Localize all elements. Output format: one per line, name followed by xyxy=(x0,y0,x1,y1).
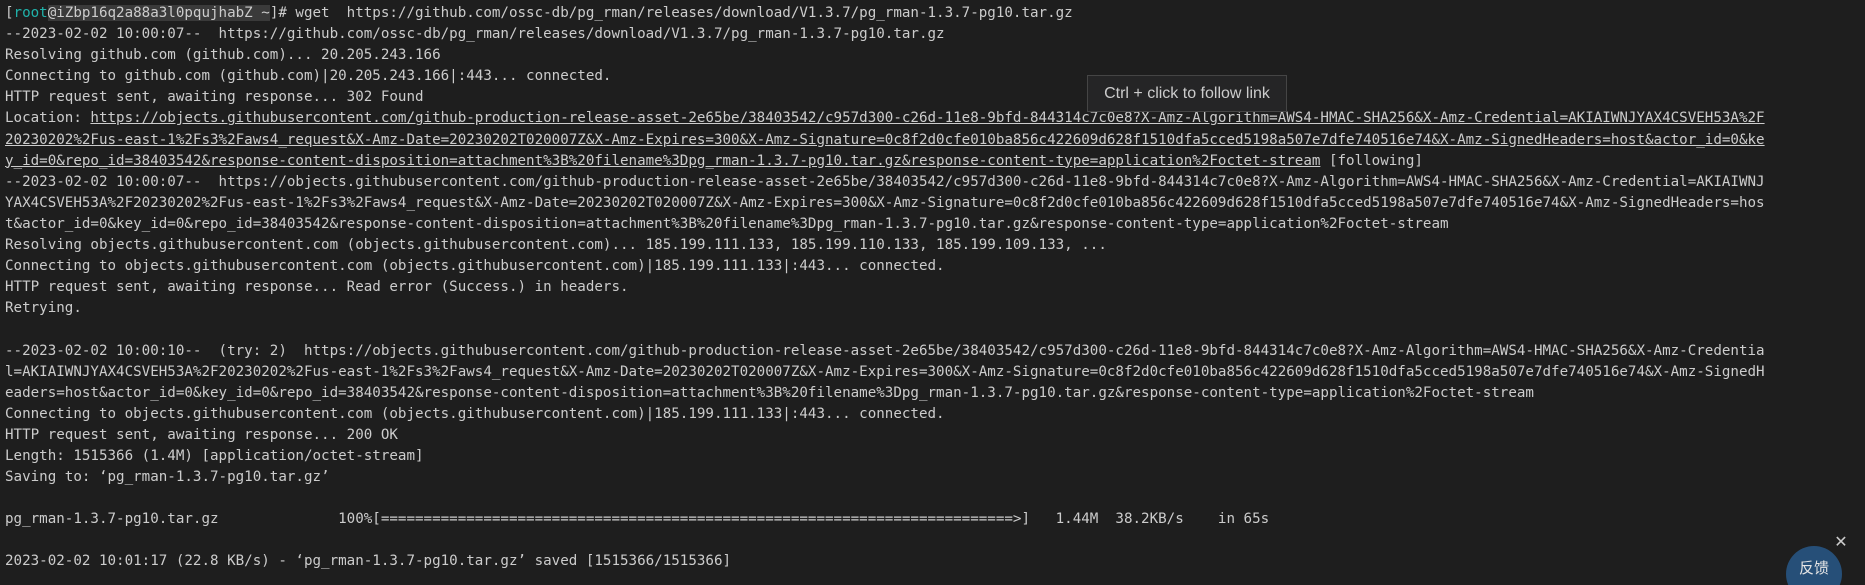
location-line: Location: https://objects.githubusercont… xyxy=(5,108,1865,129)
progress-line: pg_rman-1.3.7-pg10.tar.gz 100%[=========… xyxy=(5,511,1270,528)
output-line: Connecting to objects.githubusercontent.… xyxy=(5,258,945,275)
output-line: Connecting to objects.githubusercontent.… xyxy=(5,405,945,422)
output-line: HTTP request sent, awaiting response... … xyxy=(5,89,424,106)
output-line: Connecting to github.com (github.com)|20… xyxy=(5,68,612,85)
output-line: Resolving objects.githubusercontent.com … xyxy=(5,237,1107,254)
output-line: Length: 1515366 (1.4M) [application/octe… xyxy=(5,447,424,464)
location-label: Location: xyxy=(5,110,91,127)
prompt-open-bracket: [ xyxy=(5,5,14,21)
output-line: YAX4CSVEH53A%2F20230202%2Fus-east-1%2Fs3… xyxy=(5,194,1765,211)
output-line: --2023-02-02 10:00:07-- https://github.c… xyxy=(5,26,945,43)
output-line: Saving to: ‘pg_rman-1.3.7-pg10.tar.gz’ xyxy=(5,469,330,486)
redirect-link-cont[interactable]: y_id=0&repo_id=38403542&response-content… xyxy=(5,153,1320,169)
output-line: --2023-02-02 10:00:07-- https://objects.… xyxy=(5,173,1765,190)
prompt-user: root xyxy=(13,5,48,21)
redirect-link[interactable]: https://objects.githubusercontent.com/gi… xyxy=(90,110,1764,126)
prompt-host: @iZbp16q2a88a3l0pqujhabZ ~ xyxy=(47,5,270,21)
following-label: [following] xyxy=(1320,152,1423,169)
command-text: ]# wget https://github.com/ossc-db/pg_rm… xyxy=(269,5,1073,21)
link-tooltip: Ctrl + click to follow link xyxy=(1087,75,1287,112)
output-line: HTTP request sent, awaiting response... … xyxy=(5,279,629,296)
output-line: l=AKIAIWNJYAX4CSVEH53A%2F20230202%2Fus-e… xyxy=(5,363,1765,380)
location-line-cont: y_id=0&repo_id=38403542&response-content… xyxy=(5,151,1865,172)
close-icon[interactable]: ✕ xyxy=(1832,533,1850,551)
prompt-line: [root@iZbp16q2a88a3l0pqujhabZ ~]# wget h… xyxy=(5,3,1865,24)
output-line: Resolving github.com (github.com)... 20.… xyxy=(5,47,441,64)
output-line: Retrying. xyxy=(5,300,82,317)
location-line-cont: 20230202%2Fus-east-1%2Fs3%2Faws4_request… xyxy=(5,130,1865,151)
output-line: t&actor_id=0&key_id=0&repo_id=38403542&r… xyxy=(5,215,1449,232)
output-line: eaders=host&actor_id=0&key_id=0&repo_id=… xyxy=(5,384,1534,401)
output-line: HTTP request sent, awaiting response... … xyxy=(5,426,398,443)
saved-line: 2023-02-02 10:01:17 (22.8 KB/s) - ‘pg_rm… xyxy=(5,553,732,570)
redirect-link-cont[interactable]: 20230202%2Fus-east-1%2Fs3%2Faws4_request… xyxy=(5,132,1765,148)
output-line: --2023-02-02 10:00:10-- (try: 2) https:/… xyxy=(5,342,1765,359)
terminal-window[interactable]: [root@iZbp16q2a88a3l0pqujhabZ ~]# wget h… xyxy=(0,0,1865,585)
